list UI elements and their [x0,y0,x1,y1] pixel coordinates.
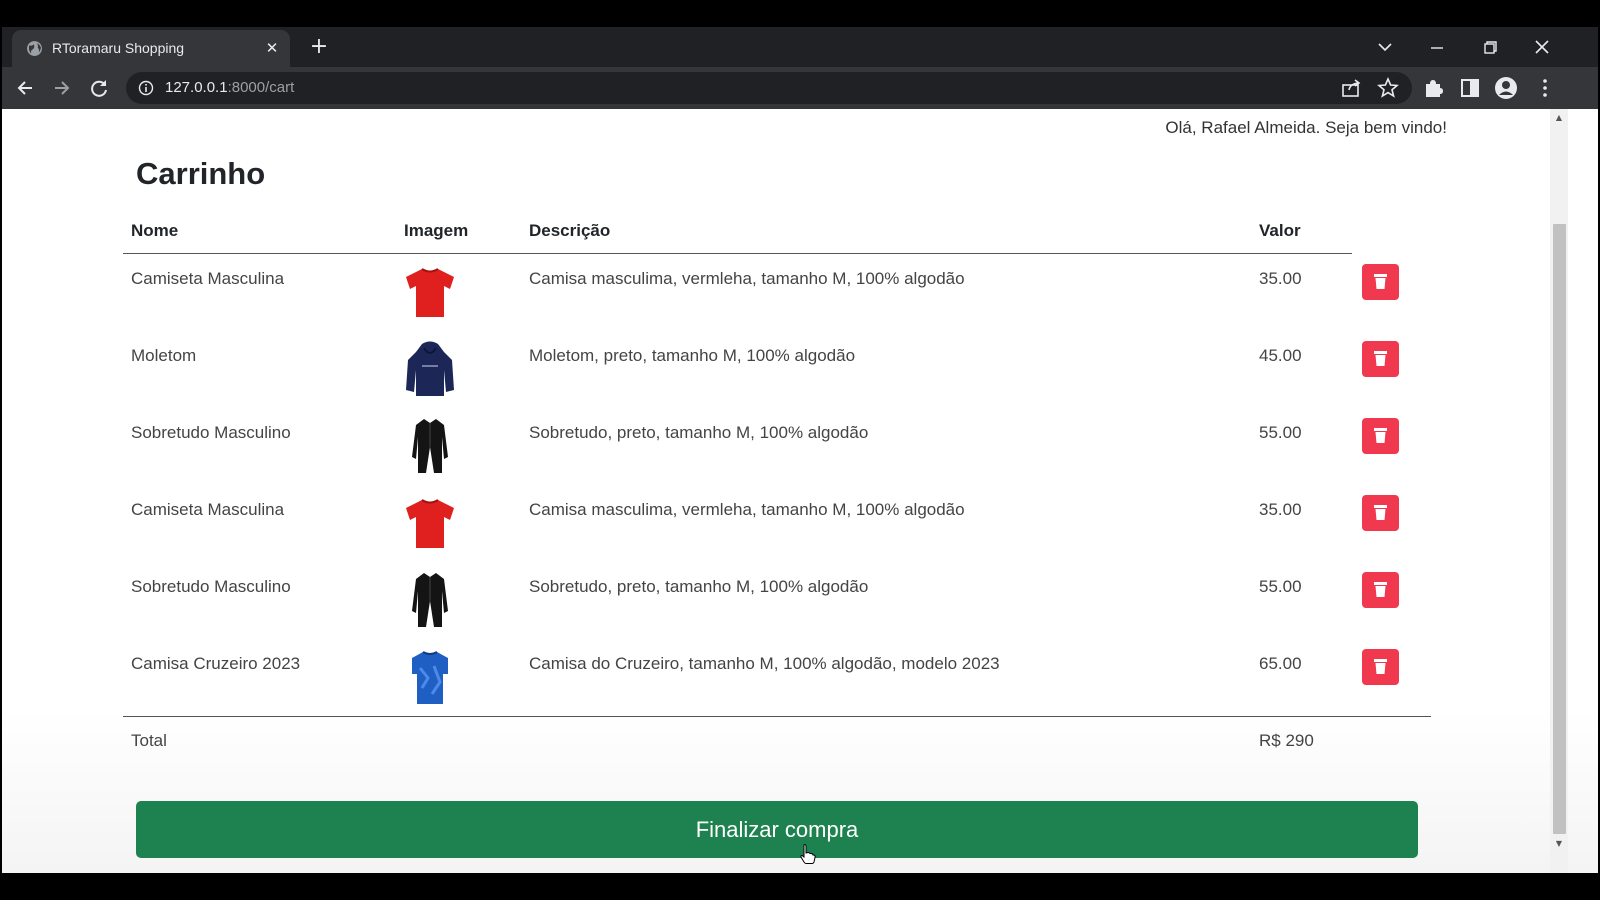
table-row: Camisa Cruzeiro 2023 Camisa do Cruzeiro,… [2,639,1598,716]
column-header-name: Nome [131,221,179,240]
browser-tab[interactable]: RToramaru Shopping ✕ [12,30,290,67]
new-tab-button[interactable]: + [306,35,332,61]
minimize-icon[interactable] [1422,33,1452,61]
item-value: 55.00 [1259,423,1302,442]
trash-icon [1374,428,1387,443]
trash-icon [1374,582,1387,597]
checkout-button[interactable]: Finalizar compra [136,801,1418,858]
column-header-image: Imagem [404,221,469,240]
item-value: 45.00 [1259,346,1302,365]
item-value: 65.00 [1259,654,1302,673]
scroll-down-arrow-icon[interactable]: ▼ [1553,839,1565,849]
reload-icon[interactable] [84,73,114,103]
user-greeting: Olá, Rafael Almeida. Seja bem vindo! [1165,118,1447,137]
delete-item-button[interactable] [1362,572,1399,608]
tab-close-icon[interactable]: ✕ [262,38,282,58]
tab-title: RToramaru Shopping [52,40,185,56]
table-footer-divider [123,716,1431,717]
cart-page: Olá, Rafael Almeida. Seja bem vindo! Car… [2,109,1598,873]
address-bar[interactable]: 127.0.0.1:8000/cart [126,72,1412,104]
scroll-up-arrow-icon[interactable]: ▲ [1553,113,1565,123]
item-description: Sobretudo, preto, tamanho M, 100% algodã… [529,423,869,442]
trash-icon [1374,274,1387,289]
side-panel-icon[interactable] [1457,75,1483,101]
profile-avatar-icon[interactable] [1493,75,1519,101]
share-icon[interactable] [1338,75,1364,101]
item-value: 35.00 [1259,500,1302,519]
url-text[interactable]: 127.0.0.1:8000/cart [165,79,294,96]
item-description: Sobretudo, preto, tamanho M, 100% algodã… [529,577,869,596]
delete-item-button[interactable] [1362,495,1399,531]
item-value: 55.00 [1259,577,1302,596]
item-name: Camiseta Masculina [131,500,285,519]
item-description: Moletom, preto, tamanho M, 100% algodão [529,346,856,365]
delete-item-button[interactable] [1362,418,1399,454]
close-window-icon[interactable] [1527,33,1557,61]
trash-icon [1374,351,1387,366]
column-header-value: Valor [1259,221,1301,240]
item-description: Camisa masculima, vermleha, tamanho M, 1… [529,269,965,288]
table-row: Camiseta Masculina Camisa masculima, ver… [2,485,1598,562]
browser-toolbar: 127.0.0.1:8000/cart [2,67,1598,109]
page-title: Carrinho [136,156,266,191]
url-path: :8000/cart [227,79,295,96]
bookmark-star-icon[interactable] [1375,75,1401,101]
restore-icon[interactable] [1475,33,1505,61]
item-name: Camiseta Masculina [131,269,285,288]
black-coat-icon [412,419,448,473]
menu-kebab-icon[interactable] [1532,75,1558,101]
total-label: Total [131,731,167,750]
item-name: Camisa Cruzeiro 2023 [131,654,301,673]
scrollbar-thumb[interactable] [1553,224,1566,834]
item-value: 35.00 [1259,269,1302,288]
back-arrow-icon[interactable] [10,73,40,103]
item-description: Camisa masculima, vermleha, tamanho M, 1… [529,500,965,519]
extensions-puzzle-icon[interactable] [1420,75,1446,101]
trash-icon [1374,505,1387,520]
blue-jersey-icon [412,651,448,704]
forward-arrow-icon[interactable] [47,73,77,103]
trash-icon [1374,659,1387,674]
table-row: Camiseta Masculina Camisa masculima, ver… [2,254,1598,331]
screen-frame: RToramaru Shopping ✕ + 127.0.0.1:8000/ca… [0,0,1600,900]
black-coat-icon [412,573,448,627]
info-icon[interactable] [138,80,154,96]
table-row: Sobretudo Masculino Sobretudo, preto, ta… [2,562,1598,639]
globe-icon [27,41,42,56]
navy-hoodie-icon [406,341,454,396]
delete-item-button[interactable] [1362,649,1399,685]
tab-strip: RToramaru Shopping ✕ + [2,27,1598,67]
tab-search-chevron-icon[interactable] [1370,33,1400,61]
hand-pointer-cursor-icon [800,844,816,864]
item-description: Camisa do Cruzeiro, tamanho M, 100% algo… [529,654,1000,673]
table-row: Sobretudo Masculino Sobretudo, preto, ta… [2,408,1598,485]
item-name: Sobretudo Masculino [131,423,291,442]
red-tshirt-icon [406,499,454,548]
delete-item-button[interactable] [1362,264,1399,300]
table-row: Moletom Moletom, preto, tamanho M, 100% … [2,331,1598,408]
column-header-description: Descrição [529,221,611,240]
url-host: 127.0.0.1 [165,79,228,96]
red-tshirt-icon [406,268,454,317]
total-value: R$ 290 [1259,731,1314,750]
item-name: Sobretudo Masculino [131,577,291,596]
browser-window: RToramaru Shopping ✕ + 127.0.0.1:8000/ca… [2,27,1598,873]
delete-item-button[interactable] [1362,341,1399,377]
item-name: Moletom [131,346,197,365]
